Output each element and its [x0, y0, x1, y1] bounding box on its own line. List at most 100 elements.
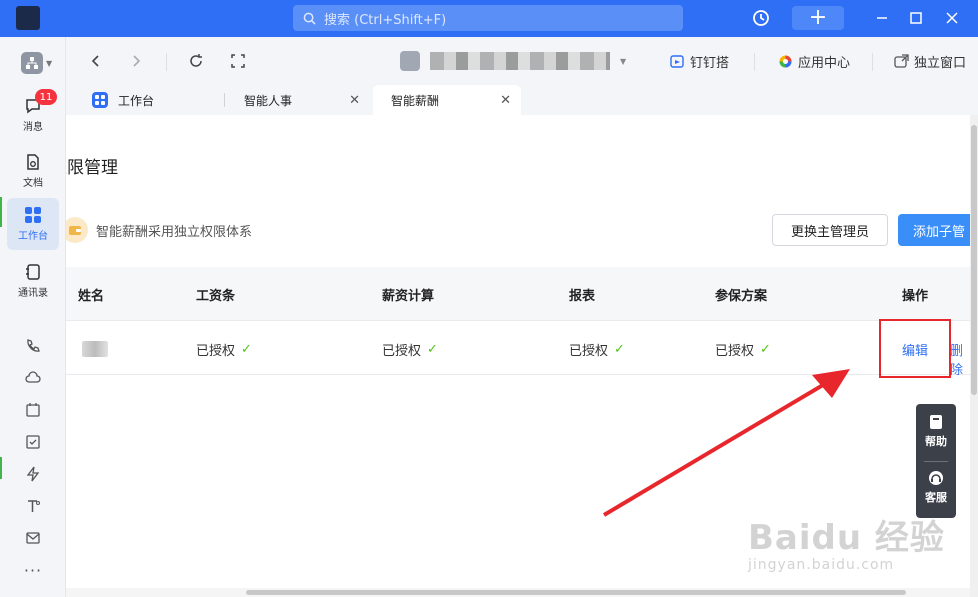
search-placeholder: 搜索 (Ctrl+Shift+F): [324, 12, 447, 28]
history-icon[interactable]: [749, 6, 773, 30]
org-icon: [400, 51, 420, 71]
tab-smart-payroll[interactable]: 智能薪酬 ✕: [373, 85, 521, 115]
phone-icon[interactable]: [22, 335, 44, 357]
payslip-status: 已授权 ✓: [196, 340, 252, 359]
rail-item-label: 消息: [23, 122, 43, 133]
chevron-down-icon: ▼: [46, 58, 53, 68]
search-input[interactable]: 搜索 (Ctrl+Shift+F): [293, 5, 683, 31]
vertical-scrollbar[interactable]: [970, 115, 978, 597]
tab-smart-hr[interactable]: 智能人事 ✕: [234, 85, 370, 115]
rail-item-messages[interactable]: 消息 11: [7, 89, 59, 141]
cloud-icon[interactable]: [22, 367, 44, 389]
user-avatar[interactable]: [16, 6, 40, 30]
watermark-sub: jingyan.baidu.com: [748, 557, 895, 573]
column-header-insurance-plan: 参保方案: [715, 289, 768, 304]
wallet-icon: [66, 217, 88, 243]
forward-icon[interactable]: [126, 51, 146, 71]
org-name-blurred: [430, 52, 610, 70]
add-sub-admin-button[interactable]: 添加子管: [898, 214, 970, 246]
column-header-name: 姓名: [78, 289, 105, 304]
delete-link[interactable]: 删除: [950, 340, 970, 378]
salary-calc-status: 已授权 ✓: [382, 340, 438, 359]
change-main-admin-button[interactable]: 更换主管理员: [772, 214, 888, 246]
standalone-window-label: 独立窗口: [914, 55, 967, 71]
book-icon: [930, 415, 942, 429]
column-header-actions: 操作: [902, 289, 929, 304]
close-tab-icon[interactable]: ✕: [500, 93, 511, 108]
reports-status: 已授权 ✓: [569, 340, 625, 359]
table-row: 已授权 ✓ 已授权 ✓ 已授权 ✓ 已授权 ✓ 编辑 删除: [66, 321, 970, 378]
rail-item-contacts[interactable]: 通讯录: [7, 255, 59, 307]
customer-service-button[interactable]: 客服: [916, 470, 956, 505]
horizontal-scrollbar[interactable]: [66, 588, 970, 597]
back-icon[interactable]: [86, 51, 106, 71]
watermark-main: Baidu 经验: [748, 518, 945, 558]
divider: [224, 93, 225, 107]
page-title: 权限管理: [66, 158, 118, 178]
tab-bar: 工作台 智能人事 ✕ 智能薪酬 ✕: [66, 85, 978, 115]
tab-workbench[interactable]: 工作台: [92, 85, 222, 115]
baidu-watermark: Baidu 经验 jingyan.baidu.com: [748, 510, 945, 573]
status-strip: [0, 457, 2, 479]
app-center-label: 应用中心: [798, 55, 851, 71]
divider: [924, 461, 948, 462]
status-text: 已授权: [715, 344, 755, 359]
divider: [872, 53, 873, 71]
add-button[interactable]: +: [792, 6, 844, 30]
close-tab-icon[interactable]: ✕: [349, 93, 360, 108]
left-rail: ▼ 消息 11 文档 工作台 通讯录 ···: [0, 37, 66, 597]
status-text: 已授权: [569, 344, 609, 359]
standalone-window-link[interactable]: 独立窗口: [894, 51, 966, 71]
apps-grid-icon: [25, 207, 41, 223]
maximize-icon[interactable]: [906, 6, 926, 30]
org-icon: [21, 52, 43, 74]
help-label: 帮助: [925, 435, 947, 448]
rail-item-docs[interactable]: 文档: [7, 145, 59, 197]
fullscreen-icon[interactable]: [228, 51, 248, 71]
check-icon: ✓: [760, 342, 771, 357]
column-header-salary-calc: 薪资计算: [382, 289, 435, 304]
insurance-status: 已授权 ✓: [715, 340, 771, 359]
rail-item-workbench[interactable]: 工作台: [7, 198, 59, 250]
mail-icon[interactable]: [22, 527, 44, 549]
notice-bar: 智能薪酬采用独立权限体系: [66, 215, 252, 245]
check-icon: ✓: [427, 342, 438, 357]
minimize-icon[interactable]: [872, 6, 892, 30]
org-switcher[interactable]: ▼: [21, 52, 55, 74]
column-header-payslip: 工资条: [196, 289, 236, 304]
notice-text: 智能薪酬采用独立权限体系: [96, 224, 253, 240]
dingdingda-link[interactable]: 钉钉搭: [670, 51, 729, 71]
check-icon: ✓: [241, 342, 252, 357]
dingdingda-icon: [670, 54, 684, 68]
todo-icon[interactable]: [22, 431, 44, 453]
status-text: 已授权: [196, 344, 236, 359]
app-center-icon: [779, 55, 792, 67]
external-window-icon: [894, 53, 909, 68]
scrollbar-thumb[interactable]: [971, 125, 977, 395]
divider: [166, 53, 167, 71]
help-widget: 帮助 客服: [916, 404, 956, 518]
rail-item-label: 通讯录: [18, 288, 48, 299]
status-strip: [0, 197, 2, 227]
app-center-link[interactable]: 应用中心: [778, 51, 850, 71]
help-button[interactable]: 帮助: [916, 414, 956, 449]
refresh-icon[interactable]: [186, 51, 206, 71]
user-name-blurred: [82, 341, 108, 357]
close-icon[interactable]: [942, 6, 962, 30]
tab-label: 工作台: [118, 93, 155, 108]
contacts-icon: [26, 264, 40, 280]
service-label: 客服: [925, 491, 947, 504]
table-header: 姓名 工资条 薪资计算 报表 参保方案 操作: [66, 267, 970, 321]
calendar-icon[interactable]: [22, 399, 44, 421]
org-selector[interactable]: ▼: [400, 49, 640, 73]
scrollbar-thumb[interactable]: [246, 590, 906, 595]
search-icon: [303, 12, 316, 25]
rail-item-label: 文档: [23, 178, 43, 189]
lightning-icon[interactable]: [22, 463, 44, 485]
tab-label: 智能人事: [244, 93, 293, 108]
column-header-reports: 报表: [569, 289, 596, 304]
more-icon[interactable]: ···: [22, 559, 44, 581]
chevron-down-icon: ▼: [620, 56, 627, 66]
headset-icon: [929, 471, 943, 485]
text-tool-icon[interactable]: [22, 495, 44, 517]
